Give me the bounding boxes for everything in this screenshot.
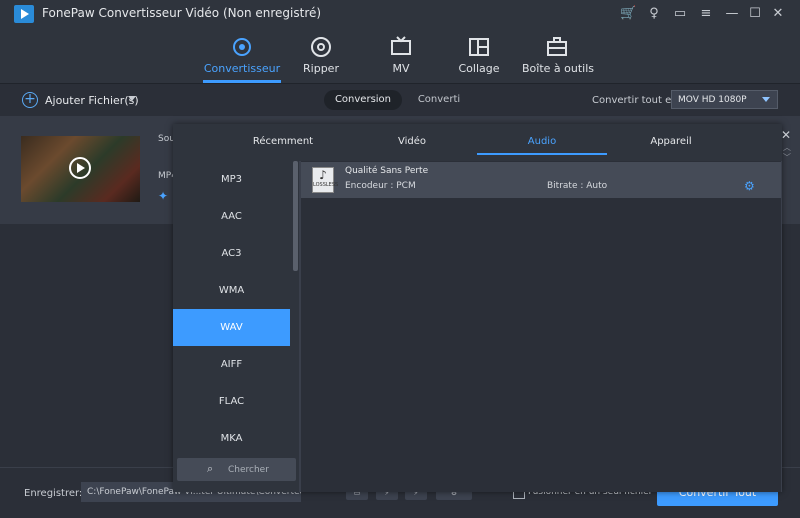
close-icon[interactable]: ✕	[770, 6, 786, 22]
list-scrollbar[interactable]	[293, 161, 298, 271]
window-title: FonePaw Convertisseur Vidéo (Non enregis…	[42, 6, 322, 20]
tv-icon	[391, 36, 411, 55]
format-item-aac[interactable]: AAC	[173, 198, 290, 235]
play-icon[interactable]	[69, 157, 91, 179]
search-icon: ⌕	[207, 462, 214, 475]
format-item-mka[interactable]: MKA	[173, 420, 290, 457]
tab-conversion[interactable]: Conversion	[324, 90, 402, 110]
nav-label: Collage	[458, 62, 500, 75]
tab-recent[interactable]: Récemment	[218, 124, 348, 160]
chevron-down-icon[interactable]: ﹀	[783, 152, 791, 163]
tab-active-indicator	[477, 153, 607, 155]
save-label: Enregistrer:	[24, 488, 83, 499]
format-item-wav[interactable]: WAV	[173, 309, 290, 346]
nav-label: Ripper	[303, 62, 339, 75]
convert-all-label: Convertir tout en:	[592, 95, 681, 106]
tab-converted[interactable]: Converti	[408, 90, 470, 110]
minimize-icon[interactable]: —	[724, 6, 740, 22]
nav-collage[interactable]: Collage	[448, 28, 510, 83]
lossless-icon: ♪ LOSSLESS	[312, 167, 339, 193]
add-file-icon[interactable]: +	[22, 92, 38, 108]
nav-ripper[interactable]: Ripper	[290, 28, 352, 83]
disc-icon	[311, 37, 331, 57]
toolbox-icon	[547, 37, 567, 56]
cart-icon[interactable]: 🛒	[620, 6, 636, 22]
format-item-flac[interactable]: FLAC	[173, 383, 290, 420]
menu-icon[interactable]: ≡	[698, 6, 714, 22]
close-icon[interactable]: ✕	[781, 128, 791, 142]
search-placeholder: Chercher	[228, 465, 269, 475]
format-options	[301, 161, 781, 492]
tab-device[interactable]: Appareil	[606, 124, 736, 160]
format-item-aiff[interactable]: AIFF	[173, 346, 290, 383]
chevron-down-icon[interactable]	[762, 97, 770, 102]
add-files-button[interactable]: Ajouter Fichier(s)	[45, 94, 139, 107]
collage-icon	[469, 38, 489, 56]
option-encoder: Encodeur : PCM	[345, 181, 416, 191]
key-icon[interactable]: ♀	[646, 6, 662, 22]
nav-convertisseur[interactable]: Convertisseur	[203, 28, 281, 83]
gear-icon[interactable]: ⚙	[744, 179, 755, 193]
chevron-down-icon[interactable]	[128, 96, 136, 101]
format-item-wma[interactable]: WMA	[173, 272, 290, 309]
app-logo-icon	[14, 5, 34, 23]
maximize-icon[interactable]: ☐	[747, 6, 763, 22]
format-item-ac3[interactable]: AC3	[173, 235, 290, 272]
nav-label: Boîte à outils	[522, 62, 595, 75]
format-item-mp3[interactable]: MP3	[173, 161, 290, 198]
chat-icon[interactable]: ▭	[672, 6, 688, 22]
option-bitrate: Bitrate : Auto	[547, 181, 608, 191]
nav-label: MV	[392, 62, 410, 75]
star-icon[interactable]: ✦	[158, 189, 168, 203]
convert-icon	[233, 38, 251, 56]
tab-video[interactable]: Vidéo	[347, 124, 477, 160]
nav-label: Convertisseur	[203, 62, 281, 75]
nav-mv[interactable]: MV	[370, 28, 432, 83]
option-title: Qualité Sans Perte	[345, 166, 429, 176]
lossless-icon-text: LOSSLESS	[313, 182, 339, 188]
nav-toolbox[interactable]: Boîte à outils	[522, 28, 595, 83]
